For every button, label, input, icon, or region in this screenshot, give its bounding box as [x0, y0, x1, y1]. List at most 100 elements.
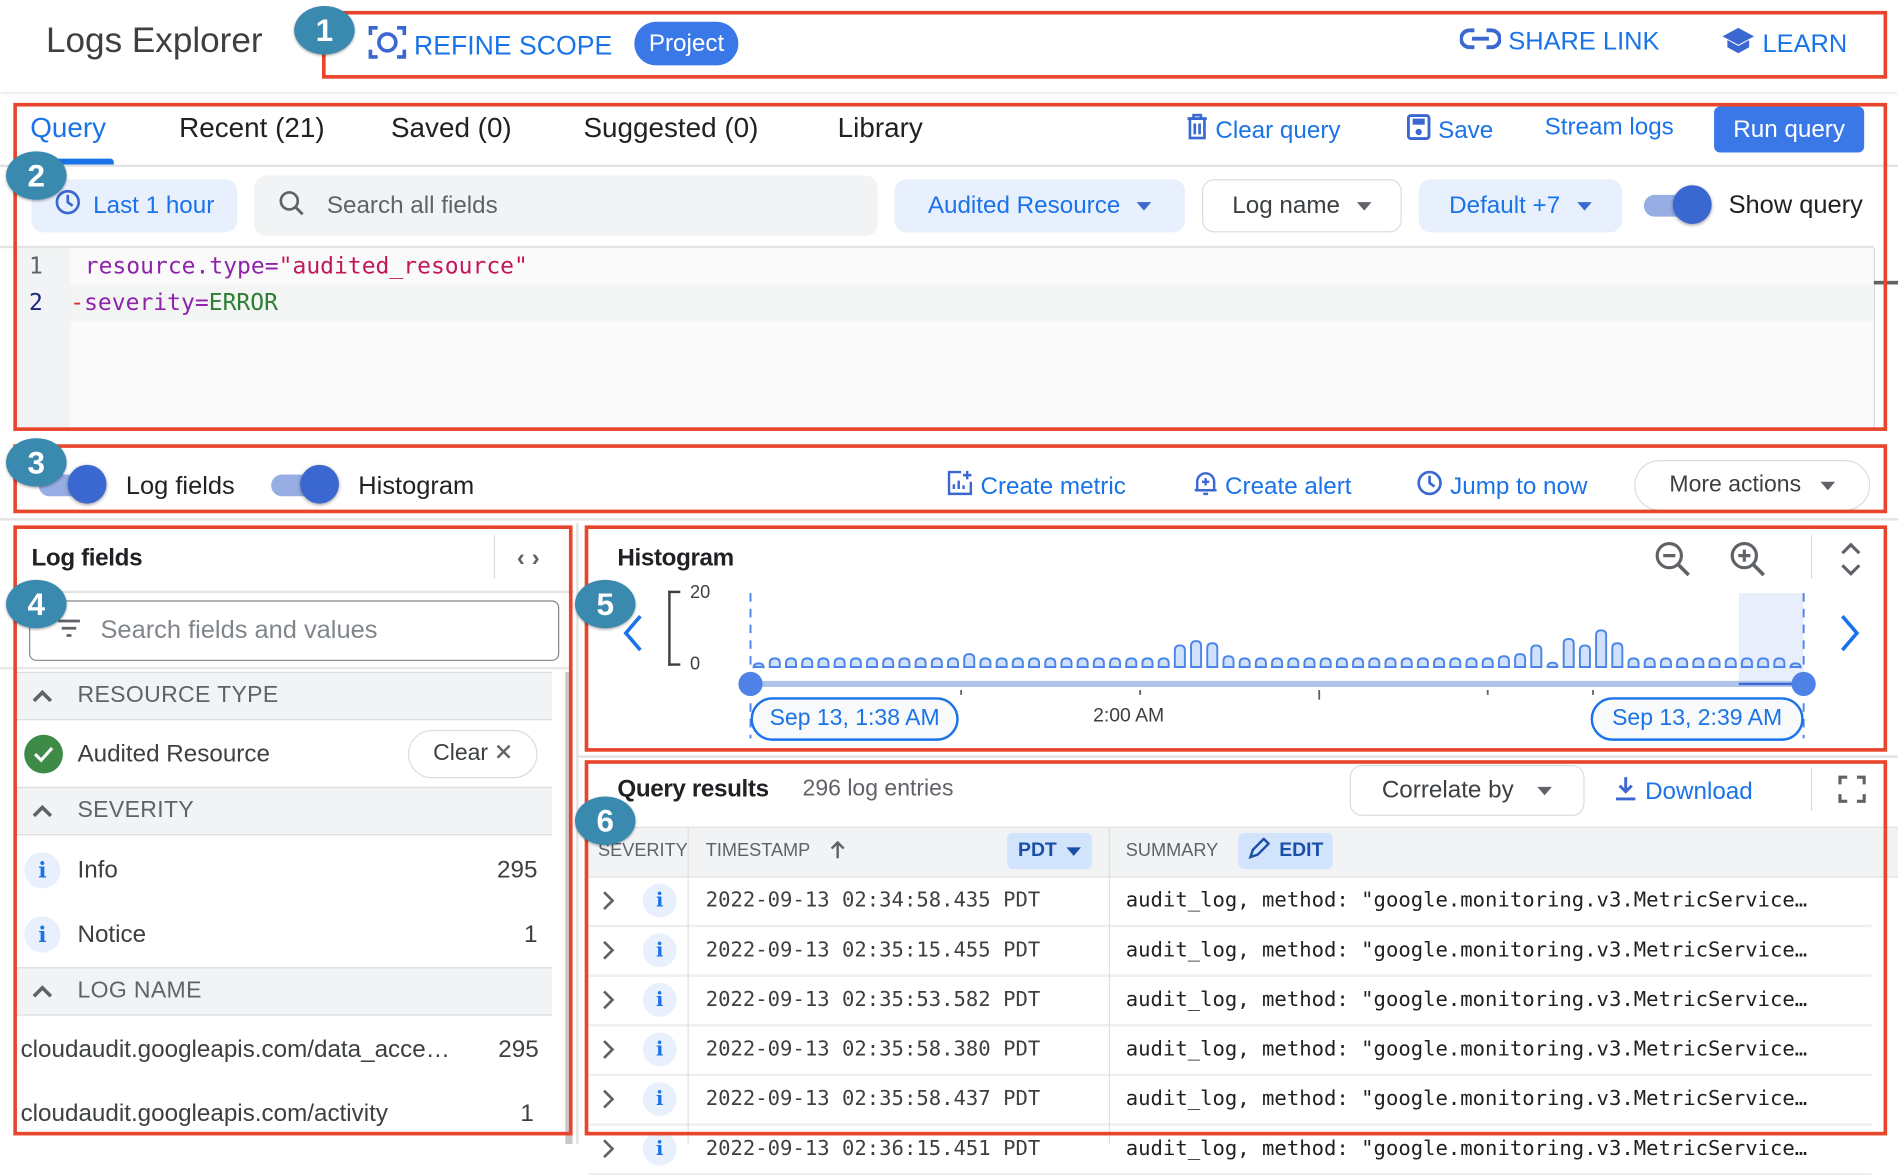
table-row[interactable]: i 2022-09-13 02:35:58.437 PDT audit_log, m… [588, 1074, 1872, 1126]
clear-resource-button[interactable]: Clear [407, 729, 538, 779]
table-row[interactable]: i 2022-09-13 02:36:15.451 PDT audit_log, m… [588, 1123, 1872, 1175]
range-start-handle[interactable] [738, 671, 763, 697]
severity-info-icon: i [642, 982, 677, 1017]
search-fields-input[interactable]: Search fields and values [29, 600, 560, 661]
expand-row-icon[interactable] [588, 1088, 629, 1110]
tab-suggested[interactable]: Suggested (0) [583, 111, 758, 144]
histogram-end-time[interactable]: Sep 13, 2:39 AM [1590, 697, 1804, 741]
row-summary: audit_log, method: "google.monitoring.v3… [1125, 987, 1808, 1012]
show-query-toggle[interactable] [1641, 185, 1714, 224]
graduation-cap-icon [1721, 27, 1755, 63]
expand-row-icon[interactable] [588, 1038, 629, 1060]
more-actions-dropdown[interactable]: More actions [1634, 459, 1871, 511]
tabs-divider [0, 164, 1898, 168]
chevron-up-icon [29, 984, 56, 999]
section-log-name[interactable]: LOG NAME [14, 967, 552, 1016]
histogram-next-icon[interactable] [1838, 613, 1862, 660]
severity-dropdown[interactable]: Default +7 [1418, 179, 1623, 233]
fullscreen-icon[interactable] [1838, 775, 1867, 810]
row-timestamp: 2022-09-13 02:35:58.380 PDT [705, 1036, 1041, 1062]
clear-query-button[interactable]: Clear query [1186, 113, 1340, 148]
editor-resize-handle[interactable] [1873, 280, 1898, 285]
expand-row-icon[interactable] [588, 939, 629, 961]
histogram-start-time[interactable]: Sep 13, 1:38 AM [750, 697, 959, 741]
chevron-up-icon [29, 689, 56, 704]
log-name-dropdown-label: Log name [1232, 191, 1341, 219]
expand-panel-icon[interactable]: ‹ › [517, 545, 540, 573]
field-item-activity[interactable]: cloudaudit.googleapis.com/activity 1 [21, 1096, 539, 1132]
table-row[interactable]: i 2022-09-13 02:34:58.435 PDT audit_log, m… [588, 875, 1872, 928]
zoom-out-icon[interactable] [1654, 540, 1693, 585]
clear-label: Clear [433, 740, 489, 767]
section-resource-type[interactable]: RESOURCE TYPE [14, 671, 552, 721]
edit-summary-button[interactable]: EDIT [1238, 832, 1333, 870]
zoom-in-icon[interactable] [1729, 540, 1768, 585]
histogram-bar [866, 657, 879, 668]
logs-explorer-page: Logs Explorer REFINE SCOPE Project SHARE… [0, 0, 1898, 1175]
table-row[interactable]: i 2022-09-13 02:35:15.455 PDT audit_log, m… [588, 925, 1872, 977]
correlate-by-dropdown[interactable]: Correlate by [1349, 765, 1585, 816]
tab-library[interactable]: Library [838, 111, 923, 144]
table-row[interactable]: i 2022-09-13 02:35:58.380 PDT audit_log, m… [588, 1024, 1872, 1077]
line-number: 2 [29, 289, 43, 316]
table-row[interactable]: i 2022-09-13 02:35:53.582 PDT audit_log, m… [588, 974, 1872, 1027]
histogram-bar [930, 657, 943, 668]
share-link-button[interactable]: SHARE LINK [1459, 27, 1659, 58]
scope-chip[interactable]: Project [634, 21, 739, 66]
log-fields-title: Log fields [31, 544, 143, 572]
histogram-bar [898, 657, 911, 668]
timezone-dropdown[interactable]: PDT [1007, 832, 1092, 870]
column-header-summary[interactable]: SUMMARY [1126, 840, 1218, 861]
x-tick-label: 2:00 AM [1093, 705, 1165, 727]
log-fields-scrollbar[interactable] [565, 671, 573, 1144]
log-name-dropdown[interactable]: Log name [1202, 179, 1402, 233]
tab-recent[interactable]: Recent (21) [179, 111, 324, 144]
expand-collapse-icon[interactable] [1838, 540, 1865, 585]
query-editor[interactable]: 1 resource.type="audited_resource" 2 -se… [14, 248, 1874, 428]
column-separator [1108, 875, 1111, 1144]
field-item-label: cloudaudit.googleapis.com/data_acce… [20, 1035, 450, 1063]
search-all-fields-input[interactable]: Search all fields [254, 175, 878, 237]
section-severity[interactable]: SEVERITY [14, 786, 552, 836]
expand-row-icon[interactable] [588, 1137, 629, 1159]
histogram-bar [963, 653, 976, 668]
run-query-button[interactable]: Run query [1714, 106, 1865, 153]
learn-button[interactable]: LEARN [1721, 27, 1847, 63]
column-header-timestamp[interactable]: TIMESTAMP [706, 840, 847, 864]
stream-logs-button[interactable]: Stream logs [1545, 114, 1674, 142]
histogram-bar [768, 657, 781, 668]
histogram-bar [1141, 657, 1154, 668]
severity-info-icon: i [642, 1131, 677, 1166]
download-button[interactable]: Download [1614, 775, 1753, 809]
info-icon: i [24, 852, 61, 889]
jump-to-now-label: Jump to now [1450, 472, 1588, 500]
histogram-bar [1611, 642, 1624, 668]
selection-band [1738, 593, 1804, 684]
callout-badge-5: 5 [574, 579, 636, 629]
field-item-info[interactable]: i Info 295 [24, 850, 545, 891]
create-alert-button[interactable]: Create alert [1194, 470, 1352, 504]
tab-saved[interactable]: Saved (0) [391, 111, 512, 144]
refine-scope-button[interactable]: REFINE SCOPE [368, 24, 612, 68]
query-value: ERROR [208, 289, 278, 316]
tab-query[interactable]: Query [30, 111, 106, 144]
expand-row-icon[interactable] [588, 889, 629, 911]
severity-info-icon: i [642, 883, 677, 917]
range-end-handle[interactable] [1791, 671, 1816, 697]
learn-label: LEARN [1762, 30, 1848, 59]
field-item-audited-resource[interactable]: Audited Resource Clear [24, 729, 545, 780]
field-item-notice[interactable]: i Notice 1 [24, 914, 545, 955]
histogram-toggle[interactable] [269, 464, 342, 504]
expand-row-icon[interactable] [588, 988, 629, 1010]
save-button[interactable]: Save [1406, 114, 1493, 148]
field-item-data-access[interactable]: cloudaudit.googleapis.com/data_acce… 295 [21, 1031, 539, 1067]
editor-scrollbar-track[interactable] [1873, 248, 1876, 430]
toolbar-divider [0, 518, 1898, 521]
query-key: severity [84, 289, 195, 316]
jump-to-now-button[interactable]: Jump to now [1416, 470, 1587, 504]
histogram-bar [1692, 657, 1705, 668]
histogram-bar [1092, 657, 1105, 668]
timestamp-header-label: TIMESTAMP [705, 840, 811, 861]
create-metric-button[interactable]: Create metric [947, 470, 1126, 504]
resource-dropdown[interactable]: Audited Resource [894, 179, 1186, 233]
